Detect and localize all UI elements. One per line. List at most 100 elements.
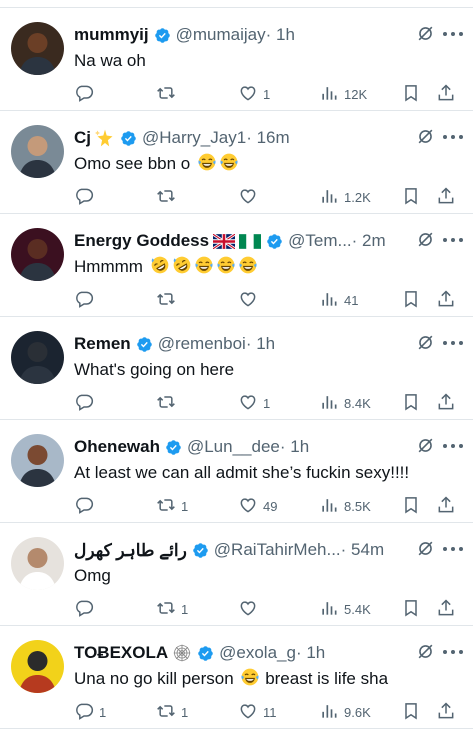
display-name[interactable]: رائے طاہر کھرل [74, 540, 187, 561]
retweet-icon [156, 392, 176, 415]
tweet[interactable]: TOɃEXOLA @exola_g · 1h Una no go kill pe… [0, 626, 473, 729]
share-button[interactable] [436, 494, 456, 518]
retweet-button[interactable]: 1 [156, 494, 188, 518]
views-button[interactable]: 8.5K [319, 494, 371, 518]
grok-icon[interactable] [416, 333, 435, 352]
like-button[interactable] [238, 597, 263, 621]
share-button[interactable] [436, 597, 456, 621]
reply-button[interactable] [74, 82, 99, 106]
bookmark-button[interactable] [401, 700, 421, 724]
retweet-button[interactable]: 1 [156, 700, 188, 724]
more-options-button[interactable] [443, 25, 463, 43]
tweet[interactable]: رائے طاہر کھرل @RaiTahirMeh... · 54m Omg… [0, 523, 473, 626]
like-button[interactable]: 49 [238, 494, 277, 518]
reply-button[interactable] [74, 494, 99, 518]
user-handle[interactable]: @Lun__dee [187, 437, 280, 457]
like-button[interactable] [238, 288, 263, 312]
views-button[interactable]: 8.4K [319, 391, 371, 415]
reply-button[interactable] [74, 391, 99, 415]
avatar[interactable] [11, 331, 64, 384]
more-options-button[interactable] [443, 437, 463, 455]
post-time[interactable]: · 2m [352, 231, 386, 251]
more-options-button[interactable] [443, 643, 463, 661]
more-options-button[interactable] [443, 334, 463, 352]
grok-icon[interactable] [416, 230, 435, 249]
user-handle[interactable]: @Harry_Jay1 [142, 128, 246, 148]
post-time[interactable]: · 1h [266, 25, 295, 45]
grok-icon[interactable] [416, 127, 435, 146]
like-button[interactable]: 1 [238, 82, 270, 106]
share-button[interactable] [436, 288, 456, 312]
retweet-button[interactable] [156, 288, 181, 312]
tweet[interactable]: mummyij @mumaijay · 1h Na wa oh 1 12K [0, 8, 473, 111]
user-handle[interactable]: @Tem... [288, 231, 352, 251]
views-button[interactable]: 1.2K [319, 185, 371, 209]
grok-icon[interactable] [416, 24, 435, 43]
avatar[interactable] [11, 22, 64, 75]
share-button[interactable] [436, 391, 456, 415]
reply-button[interactable] [74, 185, 99, 209]
bookmark-button[interactable] [401, 185, 421, 209]
post-time[interactable]: · 54m [341, 540, 384, 560]
display-name[interactable]: Energy Goddess [74, 231, 209, 251]
more-options-button[interactable] [443, 231, 463, 249]
avatar[interactable] [11, 434, 64, 487]
like-button[interactable] [238, 185, 263, 209]
grok-icon[interactable] [416, 539, 435, 558]
share-button[interactable] [436, 185, 456, 209]
retweet-button[interactable] [156, 82, 181, 106]
avatar[interactable] [11, 640, 64, 693]
reply-button[interactable]: 1 [74, 700, 106, 724]
post-time[interactable]: · 1h [280, 437, 309, 457]
name-emoji-icon [93, 128, 115, 148]
tweet-text-continued: breast is life sha [265, 669, 389, 688]
bookmark-button[interactable] [401, 82, 421, 106]
tweet-actions: 1 49 8.5K [74, 494, 461, 518]
post-time[interactable]: · 16m [246, 128, 289, 148]
display-name[interactable]: Ohenewah [74, 437, 160, 457]
more-options-button[interactable] [443, 540, 463, 558]
bookmark-button[interactable] [401, 391, 421, 415]
display-name[interactable]: Remen [74, 334, 131, 354]
like-button[interactable]: 1 [238, 391, 270, 415]
view-count: 12K [344, 86, 368, 102]
view-count: 5.4K [344, 601, 371, 617]
more-options-button[interactable] [443, 128, 463, 146]
tweet[interactable]: Energy Goddess @Tem... · 2m Hmmmm 41 [0, 214, 473, 317]
post-time[interactable]: · 1h [246, 334, 275, 354]
retweet-button[interactable] [156, 185, 181, 209]
tweet[interactable]: Remen @remenboi · 1h What's going on her… [0, 317, 473, 420]
share-button[interactable] [436, 700, 456, 724]
grok-icon[interactable] [416, 436, 435, 455]
grok-icon[interactable] [416, 642, 435, 661]
share-button[interactable] [436, 82, 456, 106]
retweet-button[interactable]: 1 [156, 597, 188, 621]
views-button[interactable]: 9.6K [319, 700, 371, 724]
user-handle[interactable]: @exola_g [219, 643, 296, 663]
display-name[interactable]: mummyij [74, 25, 149, 45]
display-name[interactable]: Cj [74, 128, 91, 148]
user-handle[interactable]: @remenboi [158, 334, 246, 354]
reply-button[interactable] [74, 288, 99, 312]
retweet-button[interactable] [156, 391, 181, 415]
bookmark-button[interactable] [401, 288, 421, 312]
avatar[interactable] [11, 228, 64, 281]
avatar[interactable] [11, 125, 64, 178]
reply-button[interactable] [74, 597, 99, 621]
views-button[interactable]: 41 [319, 288, 358, 312]
bookmark-button[interactable] [401, 597, 421, 621]
post-time[interactable]: · 1h [296, 643, 325, 663]
tweet[interactable]: Ohenewah @Lun__dee · 1h At least we can … [0, 420, 473, 523]
bookmark-button[interactable] [401, 494, 421, 518]
display-name[interactable]: TOɃEXOLA [74, 643, 168, 663]
views-button[interactable]: 5.4K [319, 597, 371, 621]
tweet-text: Una no go kill person [74, 669, 234, 688]
views-button[interactable]: 12K [319, 82, 367, 106]
heart-icon [238, 186, 258, 209]
user-handle[interactable]: @mumaijay [176, 25, 266, 45]
retweet-icon [156, 289, 176, 312]
like-button[interactable]: 11 [238, 700, 277, 724]
tweet[interactable]: Cj @Harry_Jay1 · 16m Omo see bbn o 1.2K [0, 111, 473, 214]
user-handle[interactable]: @RaiTahirMeh... [214, 540, 341, 560]
avatar[interactable] [11, 537, 64, 590]
